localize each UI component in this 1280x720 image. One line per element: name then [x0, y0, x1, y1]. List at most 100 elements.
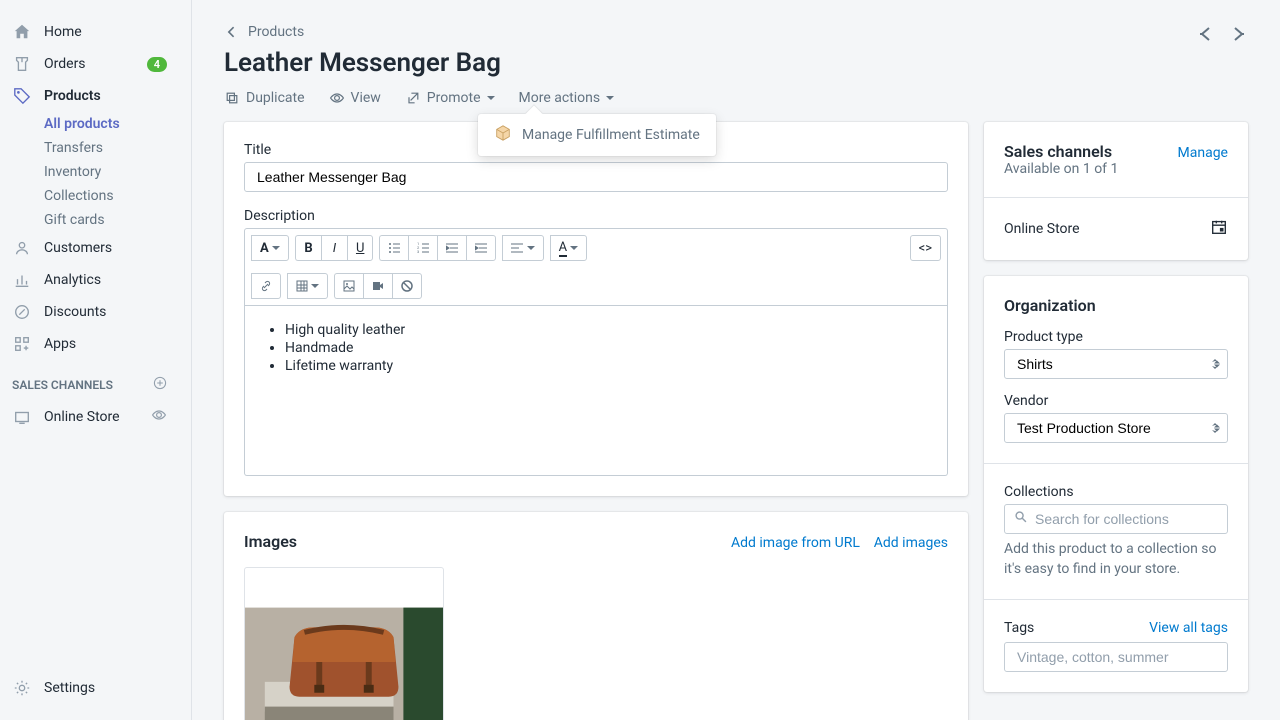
code-view-button[interactable]: <>	[910, 235, 941, 261]
italic-button[interactable]: I	[321, 235, 347, 261]
actions-bar: Duplicate View Promote More actions Mana…	[224, 90, 1248, 106]
nav-transfers[interactable]: Transfers	[0, 136, 191, 160]
text-color-button[interactable]: A	[550, 235, 588, 261]
images-card: Images Add image from URL Add images	[224, 512, 968, 720]
calendar-icon[interactable]	[1210, 218, 1228, 240]
nav-online-store[interactable]: Online Store	[0, 401, 191, 433]
manage-channels-link[interactable]: Manage	[1178, 145, 1228, 161]
collections-label: Collections	[1004, 484, 1228, 500]
nav-orders-label: Orders	[44, 56, 86, 72]
view-all-tags-link[interactable]: View all tags	[1149, 620, 1228, 636]
title-input[interactable]	[244, 162, 948, 192]
desc-bullet: Lifetime warranty	[285, 358, 927, 374]
nav-products-label: Products	[44, 88, 101, 104]
orders-icon	[12, 54, 32, 74]
duplicate-button[interactable]: Duplicate	[224, 90, 305, 106]
nav-gift-cards[interactable]: Gift cards	[0, 208, 191, 232]
images-heading: Images	[244, 532, 297, 551]
add-channel-icon[interactable]	[153, 376, 167, 393]
clear-format-button[interactable]	[392, 273, 422, 299]
nav-home[interactable]: Home	[0, 16, 191, 48]
customers-icon	[12, 238, 32, 258]
nav-collections[interactable]: Collections	[0, 184, 191, 208]
image-button[interactable]	[334, 273, 363, 299]
prev-product-button[interactable]	[1196, 24, 1216, 48]
table-button[interactable]	[287, 273, 328, 299]
nav-products[interactable]: Products	[0, 80, 191, 112]
analytics-icon	[12, 270, 32, 290]
main-content: Products Leather Messenger Bag Duplicate…	[192, 0, 1280, 720]
more-actions-button[interactable]: More actions	[519, 90, 615, 106]
product-type-select[interactable]	[1004, 349, 1228, 379]
svg-text:3: 3	[417, 249, 419, 254]
outdent-button[interactable]	[437, 235, 466, 261]
settings-icon	[12, 678, 32, 698]
orders-badge: 4	[147, 57, 167, 72]
font-style-button[interactable]: A	[251, 235, 289, 261]
editor-toolbar: A B I U 123	[244, 228, 948, 306]
vendor-select[interactable]	[1004, 413, 1228, 443]
more-actions-popover[interactable]: Manage Fulfillment Estimate	[478, 114, 716, 156]
description-label: Description	[244, 208, 948, 224]
product-type-label: Product type	[1004, 329, 1228, 345]
promote-button[interactable]: Promote	[405, 90, 495, 106]
desc-bullet: High quality leather	[285, 322, 927, 338]
chevron-down-icon	[606, 96, 614, 100]
package-icon	[494, 124, 512, 146]
search-icon	[1014, 510, 1028, 528]
sales-channels-heading: Sales channels	[1004, 142, 1112, 161]
availability-text: Available on 1 of 1	[1004, 161, 1228, 177]
align-button[interactable]	[502, 235, 543, 261]
bullet-list-button[interactable]	[379, 235, 408, 261]
add-images-link[interactable]: Add images	[874, 535, 948, 551]
chevron-down-icon	[487, 96, 495, 100]
nav-analytics-label: Analytics	[44, 272, 101, 288]
bold-button[interactable]: B	[295, 235, 321, 261]
underline-button[interactable]: U	[347, 235, 373, 261]
eye-icon	[329, 90, 345, 106]
breadcrumb[interactable]: Products	[224, 24, 501, 40]
nav-all-products[interactable]: All products	[0, 112, 191, 136]
description-editor[interactable]: High quality leather Handmade Lifetime w…	[244, 306, 948, 476]
product-image-thumb[interactable]	[244, 567, 444, 720]
home-icon	[12, 22, 32, 42]
video-button[interactable]	[363, 273, 392, 299]
nav-online-store-label: Online Store	[44, 409, 120, 425]
organization-heading: Organization	[1004, 296, 1228, 315]
tags-input[interactable]	[1004, 642, 1228, 672]
collections-search-input[interactable]	[1004, 504, 1228, 534]
vendor-label: Vendor	[1004, 393, 1228, 409]
channel-name: Online Store	[1004, 221, 1080, 237]
nav-home-label: Home	[44, 24, 82, 40]
nav-apps[interactable]: Apps	[0, 328, 191, 360]
number-list-button[interactable]: 123	[408, 235, 437, 261]
collections-help: Add this product to a collection so it's…	[1004, 540, 1228, 579]
page-title: Leather Messenger Bag	[224, 48, 501, 78]
products-icon	[12, 86, 32, 106]
nav-orders[interactable]: Orders 4	[0, 48, 191, 80]
breadcrumb-label: Products	[248, 24, 304, 40]
popover-label: Manage Fulfillment Estimate	[522, 127, 700, 143]
view-store-icon[interactable]	[151, 407, 167, 427]
nav-analytics[interactable]: Analytics	[0, 264, 191, 296]
apps-icon	[12, 334, 32, 354]
organization-card: Organization Product type Vendor	[984, 276, 1248, 692]
sidebar: Home Orders 4 Products All products Tran…	[0, 0, 192, 720]
view-button[interactable]: View	[329, 90, 381, 106]
chevron-left-icon	[224, 24, 240, 40]
nav-discounts-label: Discounts	[44, 304, 106, 320]
indent-button[interactable]	[466, 235, 496, 261]
nav-customers-label: Customers	[44, 240, 112, 256]
online-store-icon	[12, 407, 32, 427]
nav-customers[interactable]: Customers	[0, 232, 191, 264]
duplicate-icon	[224, 90, 240, 106]
nav-discounts[interactable]: Discounts	[0, 296, 191, 328]
discounts-icon	[12, 302, 32, 322]
link-button[interactable]	[251, 273, 281, 299]
sales-channels-card: Sales channels Manage Available on 1 of …	[984, 122, 1248, 260]
nav-inventory[interactable]: Inventory	[0, 160, 191, 184]
add-image-url-link[interactable]: Add image from URL	[731, 535, 860, 551]
nav-settings[interactable]: Settings	[0, 672, 191, 704]
next-product-button[interactable]	[1228, 24, 1248, 48]
nav-apps-label: Apps	[44, 336, 76, 352]
